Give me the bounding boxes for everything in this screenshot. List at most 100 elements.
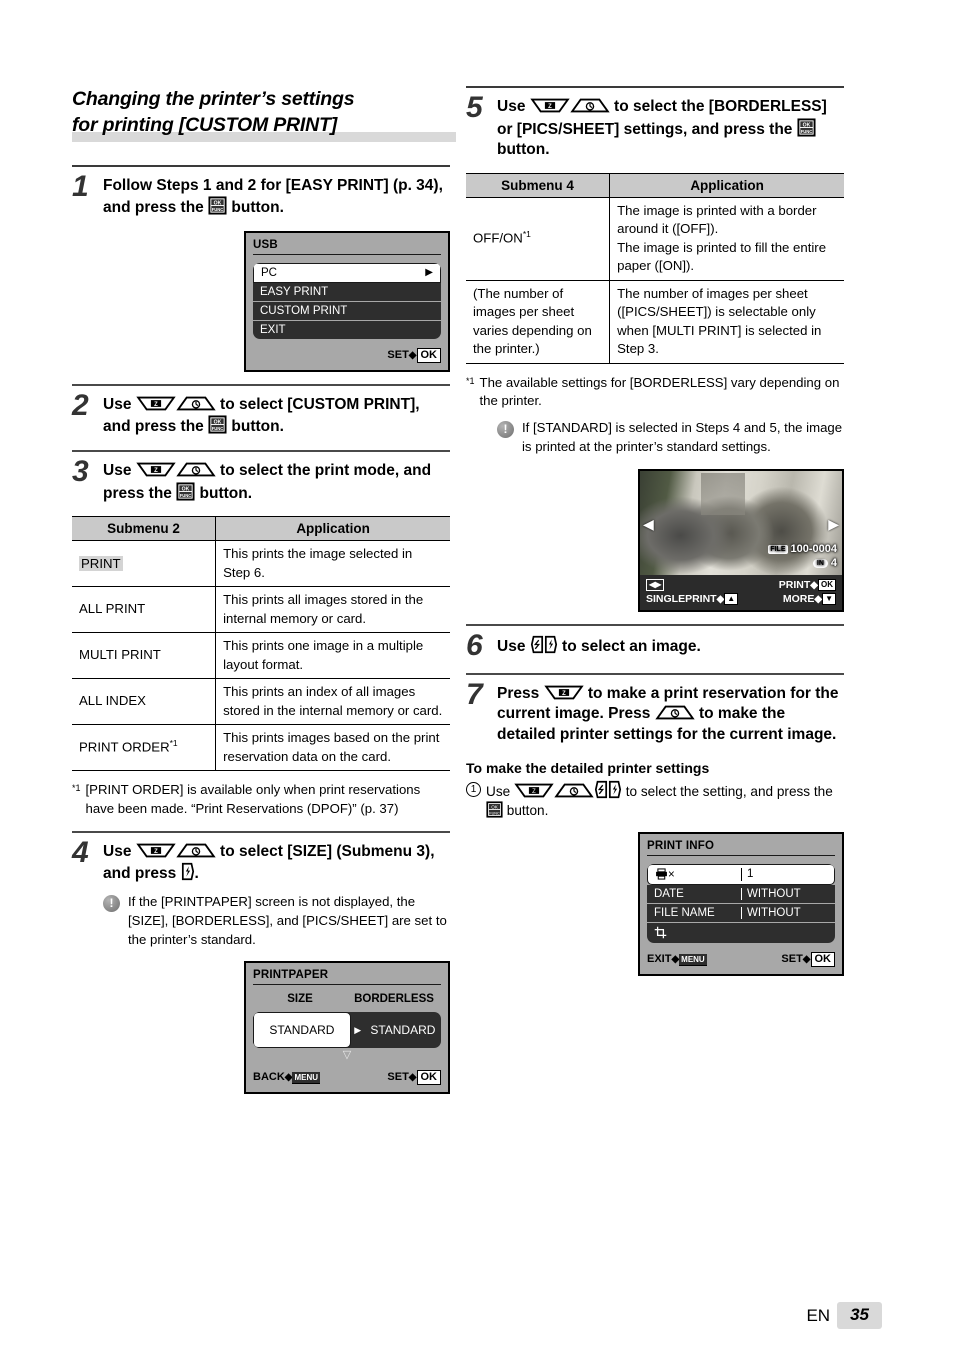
step-7-text: Press to make a print reservation for th… [497, 684, 844, 746]
image-select-screen: ◀ ▶ FILE 100-0004 IN 4 ◀▶ PRINT◆ OK SING… [638, 468, 844, 613]
submenu-2-cell-name: PRINT [72, 540, 217, 588]
ok-func-button-icon [208, 415, 227, 434]
self-timer-button-icon [176, 395, 216, 412]
submenu-2-header-row: Submenu 2 Application [72, 516, 450, 542]
printpaper-size-value[interactable]: STANDARD [253, 1012, 351, 1049]
step-6-text-a: Use [497, 638, 530, 656]
usb-screen-title: USB [253, 239, 441, 255]
usb-screen-footer: SET◆ OK [253, 347, 441, 363]
table-row: PRINT This prints the image selected in … [72, 540, 450, 588]
submenu-2-cell-app: This prints the image selected in Step 6… [215, 540, 450, 588]
flash-right-button-icon [181, 862, 195, 881]
step-2-text: Use to select [CUSTOM PRINT], and press … [103, 395, 450, 438]
up-key-icon[interactable]: ▲ [724, 593, 739, 606]
printpaper-value-row: STANDARD ▶ STANDARD [253, 1012, 441, 1049]
submenu-2-cell-name: MULTI PRINT [72, 632, 217, 680]
ok-func-button-icon [797, 118, 816, 137]
step-5: 5 Use to select the [BORDERLESS] or [PIC… [466, 93, 844, 161]
flash-right-button-icon [544, 635, 558, 654]
next-image-arrow-icon[interactable]: ▶ [828, 517, 839, 531]
print-hint: PRINT◆ OK [779, 579, 836, 592]
left-footnote-marker: *1 [72, 783, 81, 794]
printpaper-screen-title: PRINTPAPER [253, 969, 441, 986]
page-footer: EN 35 [806, 1302, 882, 1329]
section-heading: Changing the printer’s settings for prin… [72, 86, 456, 142]
submenu-4-cell-name: OFF/ON*1 [466, 197, 611, 281]
usb-set-hint: SET◆ OK [387, 347, 441, 363]
print-info-date-label: DATE [654, 887, 684, 900]
step-2: 2 Use to select [CUSTOM PRINT], and pres… [72, 388, 450, 438]
prev-image-arrow-icon[interactable]: ◀ [643, 517, 654, 531]
print-info-set-hint: SET◆ OK [781, 951, 835, 967]
left-column: Changing the printer’s settings for prin… [72, 86, 456, 1095]
printpaper-back-hint: BACK◆ MENU [253, 1071, 321, 1085]
rule-before-step-4 [72, 830, 450, 833]
print-info-row-file-name[interactable]: FILE NAME WITHOUT [647, 903, 835, 923]
singleprint-hint: SINGLEPRINT◆ ▲ [646, 593, 739, 606]
step-3-text-c: button. [195, 484, 253, 502]
submenu-2-cell-app: This prints images based on the print re… [215, 724, 450, 772]
usb-menu-item-exit[interactable]: EXIT [253, 320, 441, 339]
ok-key-icon[interactable]: OK [416, 1070, 441, 1086]
internal-memory-badge-icon: IN [812, 558, 828, 568]
exclamation-icon: ! [103, 894, 120, 912]
heading-line-2: for printing [CUSTOM PRINT] [72, 114, 338, 137]
step-7-text-a: Press [497, 684, 544, 702]
file-badge-icon: FILE [768, 545, 788, 555]
printpaper-borderless-value[interactable]: STANDARD [365, 1012, 441, 1048]
chevron-down-icon: ▽ [342, 1049, 352, 1062]
image-select-footer: ◀▶ PRINT◆ OK SINGLEPRINT◆ ▲ MORE◆ ▼ [640, 574, 842, 611]
step-4-text: Use to select [SIZE] (Submenu 3), and pr… [103, 842, 450, 885]
submenu-2-cell-app: This prints all images stored in the int… [215, 586, 450, 634]
print-info-file-name-label: FILE NAME [654, 906, 715, 919]
print-info-row-crop[interactable] [647, 922, 835, 943]
submenu-2-cell-app: This prints one image in a multiple layo… [215, 632, 450, 680]
print-info-exit-label: EXIT [647, 952, 672, 965]
right-footnote-text: The available settings for [BORDERLESS] … [479, 374, 840, 409]
step-3: 3 Use to select the print mode, and pres… [72, 457, 450, 504]
heading-rule [72, 164, 450, 167]
down-key-icon[interactable]: ▼ [822, 593, 836, 606]
more-label: MORE [782, 593, 815, 606]
self-timer-button-icon [554, 782, 594, 799]
ok-func-button-icon [208, 196, 227, 215]
step-5-note: ! If [STANDARD] is selected in Steps 4 a… [497, 419, 844, 457]
exposure-compensation-button-icon [514, 782, 554, 799]
printpaper-col-size: SIZE [287, 993, 313, 1006]
printpaper-col-borderless: BORDERLESS [354, 993, 434, 1006]
usb-menu-item-easy-print[interactable]: EASY PRINT [253, 282, 441, 302]
usb-menu-item-pc-label: PC [261, 266, 277, 279]
left-right-keys-icon[interactable]: ◀▶ [646, 579, 665, 592]
print-info-screen-title: PRINT INFO [647, 840, 835, 856]
print-info-row-date[interactable]: DATE WITHOUT [647, 884, 835, 904]
step-4-text-c: . [194, 865, 199, 883]
rule-before-step-2 [72, 383, 450, 386]
left-footnote: *1 [PRINT ORDER] is available only when … [72, 781, 450, 818]
step-6-number: 6 [466, 629, 483, 663]
submenu-4-header-name: Submenu 4 [466, 172, 611, 198]
subsection-text-c: button. [503, 802, 549, 818]
usb-menu-item-pc[interactable]: PC ▶ [253, 262, 441, 283]
photo-footer-row-2: SINGLEPRINT◆ ▲ MORE◆ ▼ [646, 593, 836, 606]
step-1-text: Follow Steps 1 and 2 for [EASY PRINT] (p… [103, 176, 450, 219]
step-7-number: 7 [466, 677, 483, 711]
ok-key-icon[interactable]: OK [416, 347, 441, 363]
step-4-note-text: If the [PRINTPAPER] screen is not displa… [128, 893, 447, 947]
usb-menu-item-custom-print[interactable]: CUSTOM PRINT [253, 301, 441, 321]
heading-line-1: Changing the printer’s settings [72, 88, 355, 110]
ok-key-icon[interactable]: OK [810, 951, 835, 967]
print-info-date-value: WITHOUT [741, 887, 828, 900]
print-info-row-copies[interactable]: × 1 [647, 863, 835, 885]
submenu-2-name-print-order: PRINT ORDER [79, 739, 170, 755]
printpaper-set-label: SET [387, 1071, 409, 1084]
step-1-number: 1 [72, 169, 89, 203]
menu-key-icon[interactable]: MENU [679, 953, 707, 966]
step-6-text-b: to select an image. [557, 638, 701, 656]
step-4-number: 4 [72, 835, 89, 869]
step-2-number: 2 [72, 388, 89, 422]
exposure-compensation-button-icon [136, 842, 176, 859]
ok-key-icon[interactable]: OK [818, 579, 836, 592]
macro-left-button-icon [594, 780, 608, 799]
subsection-text-a: Use [486, 783, 514, 799]
menu-key-icon[interactable]: MENU [292, 1072, 321, 1085]
